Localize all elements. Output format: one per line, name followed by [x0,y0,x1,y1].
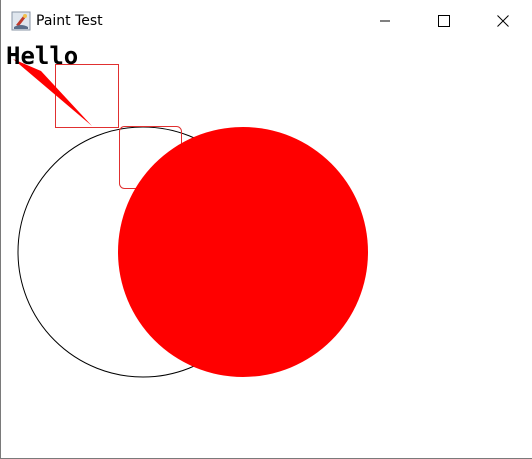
paint-canvas: Hello [6,42,368,378]
maximize-button[interactable] [421,0,467,42]
red-outline-square [55,64,119,128]
title-bar[interactable]: Paint Test [1,0,532,42]
close-button[interactable] [480,0,526,42]
close-icon [497,15,509,27]
minimize-button[interactable] [362,0,408,42]
window-title: Paint Test [36,13,103,29]
java-coffee-cup-icon [11,11,31,31]
paint-test-window: Paint Test Hello [0,0,532,459]
filled-red-circle [118,127,368,377]
hello-text: Hello [6,42,78,70]
minimize-icon [380,20,390,22]
maximize-icon [438,15,450,27]
